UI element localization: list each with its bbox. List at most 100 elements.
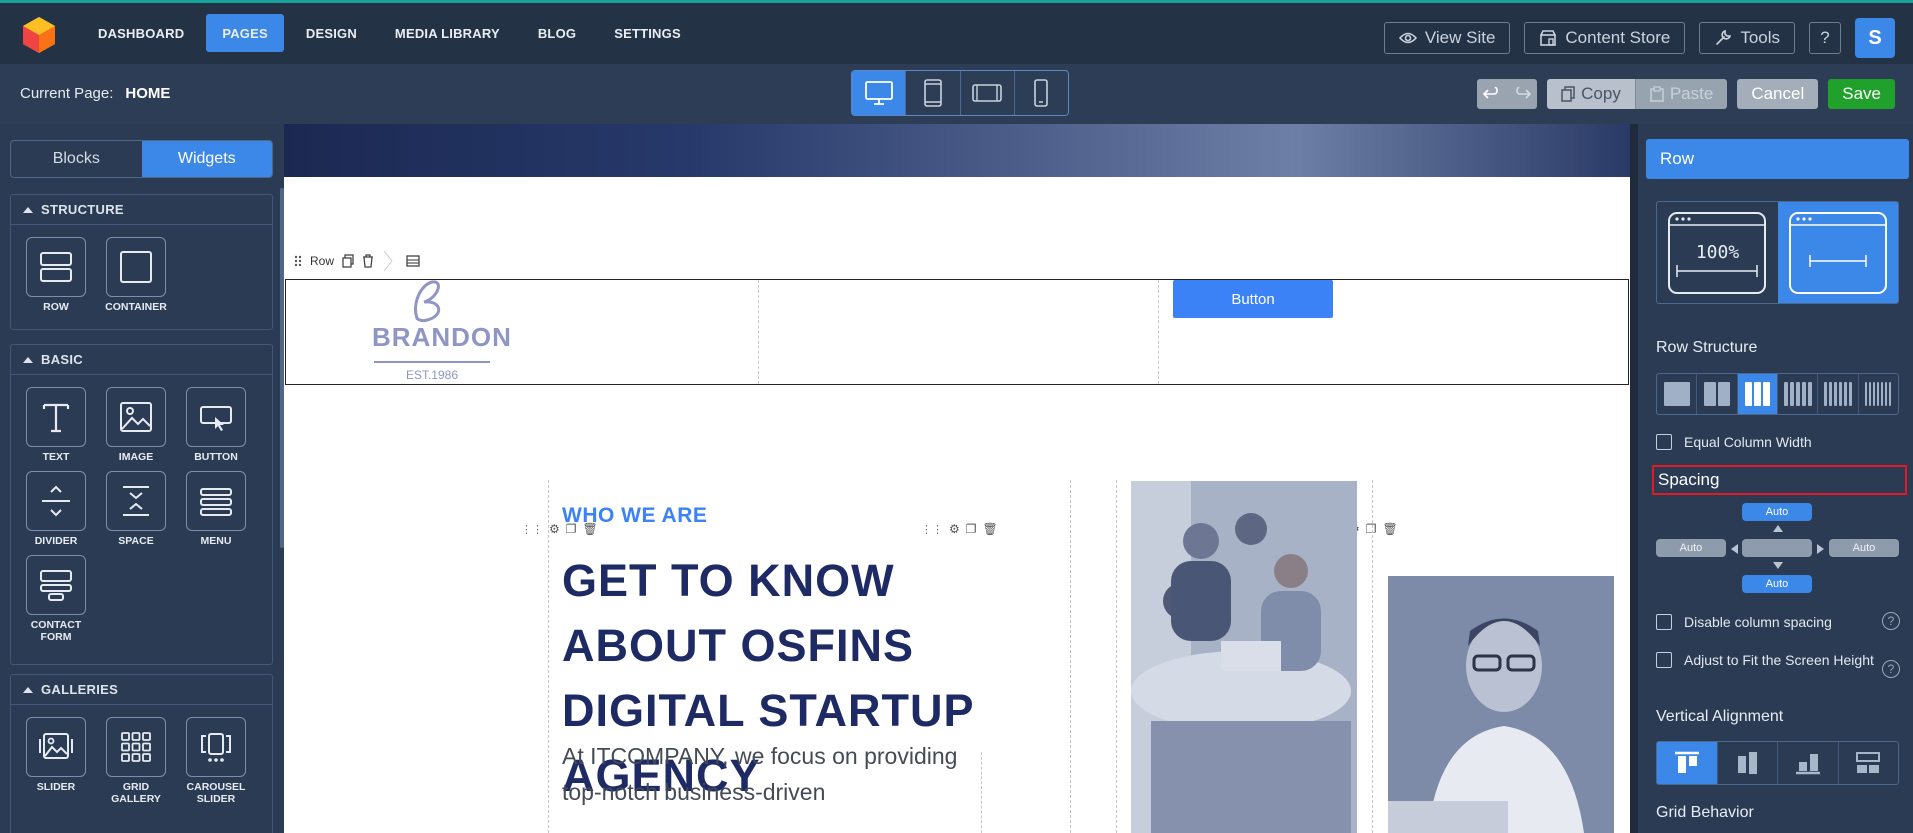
duplicate-icon[interactable]	[342, 254, 354, 268]
align-bottom-icon	[1795, 754, 1820, 775]
spacing-heading: Spacing	[1652, 465, 1907, 495]
save-button[interactable]: Save	[1828, 79, 1895, 109]
tools-button[interactable]: Tools	[1699, 22, 1795, 54]
boxed-width-option[interactable]	[1777, 202, 1898, 303]
column-tools: ⋮⋮ ⚙ ❐ 🗑	[917, 521, 1002, 537]
nav-settings[interactable]: SETTINGS	[598, 14, 697, 52]
drag-handle-icon[interactable]: ⋮⋮	[521, 523, 543, 536]
view-site-button[interactable]: View Site	[1383, 22, 1511, 54]
spacing-left-input[interactable]: Auto	[1656, 539, 1726, 557]
structure-1-col[interactable]	[1657, 374, 1698, 414]
widget-grid-gallery-label: GRID GALLERY	[111, 781, 161, 805]
disable-column-spacing-label: Disable column spacing	[1684, 614, 1832, 630]
align-stretch-option[interactable]	[1839, 742, 1899, 784]
device-mobile[interactable]	[1015, 71, 1068, 115]
structure-5-col[interactable]	[1818, 374, 1859, 414]
spacing-right-input[interactable]: Auto	[1829, 539, 1899, 557]
nav-media-library[interactable]: MEDIA LIBRARY	[379, 14, 516, 52]
disable-column-spacing-option[interactable]: Disable column spacing	[1656, 611, 1832, 633]
widget-container[interactable]: CONTAINER	[101, 237, 171, 313]
device-tablet-landscape[interactable]	[961, 71, 1015, 115]
nav-pages[interactable]: PAGES	[206, 14, 284, 52]
widget-button-label: BUTTON	[194, 451, 238, 463]
help-circle-icon[interactable]: ?	[1882, 612, 1900, 630]
device-tablet-portrait[interactable]	[906, 71, 961, 115]
help-button[interactable]: ?	[1809, 22, 1841, 54]
widget-button[interactable]: BUTTON	[181, 387, 251, 463]
widget-space[interactable]: SPACE	[101, 471, 171, 547]
contact-form-widget-icon	[26, 555, 86, 615]
intro-paragraph[interactable]: At ITCOMPANY, we focus on providing top-…	[562, 738, 962, 810]
trash-icon[interactable]	[362, 254, 374, 268]
redo-button[interactable]	[1507, 79, 1537, 109]
brand-logo[interactable]: BRANDON EST.1986	[372, 280, 511, 384]
content-store-button[interactable]: Content Store	[1524, 22, 1686, 54]
spacing-top-input[interactable]: Auto	[1742, 503, 1812, 521]
structure-section-header[interactable]: STRUCTURE	[11, 195, 272, 225]
trash-icon[interactable]: 🗑	[983, 522, 998, 536]
align-bottom-option[interactable]	[1778, 742, 1839, 784]
widget-contact-form[interactable]: CONTACT FORM	[21, 555, 91, 643]
user-avatar[interactable]: S	[1855, 18, 1895, 58]
col-icon	[1881, 382, 1884, 406]
widget-menu-label: MENU	[200, 535, 232, 547]
equal-column-width-checkbox[interactable]	[1656, 434, 1672, 450]
structure-2-col[interactable]	[1697, 374, 1738, 414]
col-icon	[1877, 382, 1880, 406]
col-icon	[1885, 382, 1888, 406]
adjust-fit-option[interactable]: Adjust to Fit the Screen Height	[1656, 649, 1876, 671]
gear-icon[interactable]: ⚙	[949, 522, 960, 536]
paste-button[interactable]: Paste	[1634, 79, 1728, 109]
widget-row[interactable]: ROW	[21, 237, 91, 313]
tab-widgets[interactable]: Widgets	[141, 141, 272, 177]
full-width-option[interactable]: 100%	[1657, 202, 1778, 303]
basic-section-header[interactable]: BASIC	[11, 345, 272, 375]
undo-button[interactable]	[1477, 79, 1507, 109]
structure-3-col[interactable]	[1737, 374, 1778, 414]
widget-slider[interactable]: SLIDER	[21, 717, 91, 793]
disable-column-spacing-checkbox[interactable]	[1656, 614, 1672, 630]
page-canvas[interactable]: Row BRANDON EST.1986 ⋮⋮ ⚙ ❐ 🗑 ⋮⋮ ⚙ ❐ 🗑 ❐…	[284, 124, 1630, 833]
who-we-are-heading[interactable]: WHO WE ARE	[562, 504, 707, 528]
structure-6-col[interactable]	[1859, 374, 1898, 414]
nav-blog[interactable]: BLOG	[522, 14, 592, 52]
widget-image[interactable]: IMAGE	[101, 387, 171, 463]
drag-handle-icon[interactable]	[294, 255, 302, 267]
paste-icon	[1650, 86, 1664, 102]
spacing-bottom-input[interactable]: Auto	[1742, 575, 1812, 593]
gear-icon[interactable]: ⚙	[549, 522, 560, 536]
nav-design[interactable]: DESIGN	[290, 14, 373, 52]
portrait-photo[interactable]	[1388, 576, 1614, 833]
widget-carousel-slider-label: CAROUSEL SLIDER	[186, 781, 246, 805]
cancel-button[interactable]: Cancel	[1737, 79, 1819, 109]
selected-row[interactable]: BRANDON EST.1986 ⋮⋮ ⚙ ❐ 🗑 ⋮⋮ ⚙ ❐ 🗑 ⋮⋮ ⚙ …	[285, 279, 1629, 537]
device-desktop[interactable]	[852, 71, 907, 115]
widget-text[interactable]: TEXT	[21, 387, 91, 463]
duplicate-icon[interactable]: ❐	[966, 522, 977, 536]
team-photo[interactable]	[1131, 481, 1357, 833]
drag-handle-icon[interactable]: ⋮⋮	[921, 523, 943, 536]
copy-button[interactable]: Copy	[1547, 79, 1635, 109]
align-middle-option[interactable]	[1718, 742, 1778, 784]
col-icon	[1783, 382, 1788, 406]
align-top-option[interactable]	[1657, 742, 1718, 784]
help-circle-icon[interactable]: ?	[1882, 660, 1900, 678]
widget-divider[interactable]: DIVIDER	[21, 471, 91, 547]
undo-icon	[1483, 87, 1499, 99]
canvas-button[interactable]: Button	[1173, 280, 1333, 318]
equal-column-width-option[interactable]: Equal Column Width	[1656, 431, 1812, 453]
tablet-landscape-icon	[972, 84, 1002, 102]
structure-4-col[interactable]	[1778, 374, 1819, 414]
trash-icon[interactable]: 🗑	[1383, 522, 1398, 536]
widget-menu[interactable]: MENU	[181, 471, 251, 547]
vertical-alignment-picker	[1656, 741, 1899, 785]
galleries-section-header[interactable]: GALLERIES	[11, 675, 272, 705]
nav-dashboard[interactable]: DASHBOARD	[82, 14, 200, 52]
logo-icon[interactable]	[18, 15, 60, 55]
sidebar-tabs: Blocks Widgets	[10, 140, 273, 178]
widget-carousel-slider[interactable]: CAROUSEL SLIDER	[181, 717, 251, 805]
adjust-fit-checkbox[interactable]	[1656, 652, 1672, 668]
widget-grid-gallery[interactable]: GRID GALLERY	[101, 717, 171, 805]
tab-blocks[interactable]: Blocks	[11, 141, 142, 177]
row-settings-icon[interactable]	[406, 255, 420, 267]
